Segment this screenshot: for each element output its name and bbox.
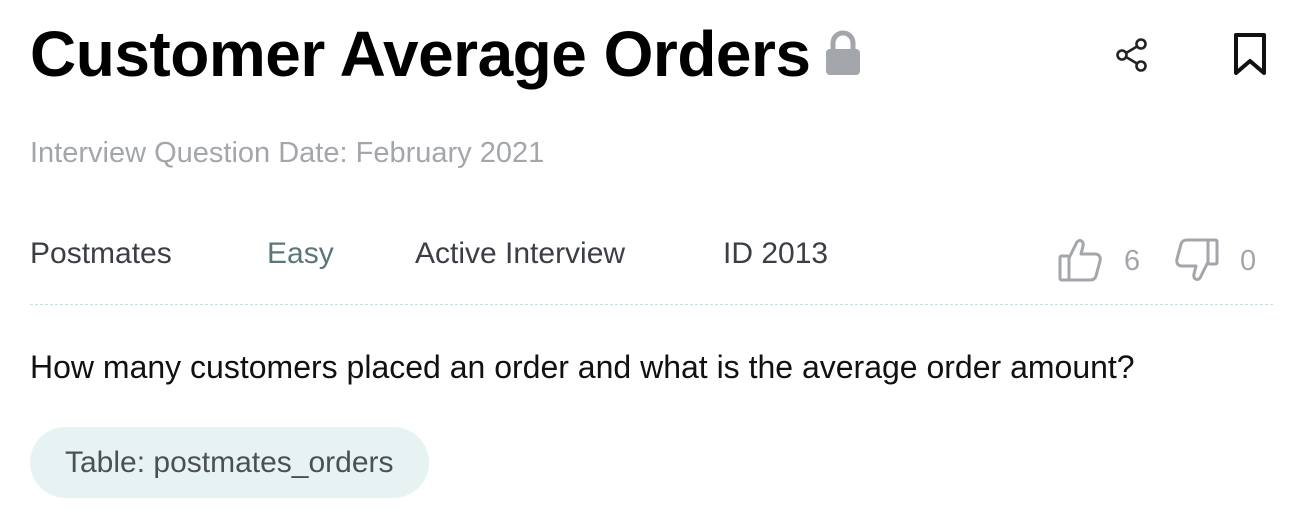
company-name[interactable]: Postmates bbox=[30, 236, 172, 272]
share-icon[interactable] bbox=[1113, 36, 1151, 74]
divider bbox=[30, 304, 1273, 305]
lock-icon bbox=[826, 30, 860, 75]
question-text: How many customers placed an order and w… bbox=[30, 349, 1135, 385]
thumbs-up-icon[interactable] bbox=[1057, 236, 1103, 284]
difficulty-label: Easy bbox=[267, 237, 334, 270]
question-date: Interview Question Date: February 2021 bbox=[30, 137, 545, 169]
question-id: ID 2013 bbox=[723, 237, 829, 270]
bookmark-icon[interactable] bbox=[1231, 31, 1269, 77]
table-badge-label: Table: postmates_orders bbox=[65, 445, 394, 479]
page-title: Customer Average Orders bbox=[30, 18, 811, 90]
downvote-count: 0 bbox=[1240, 245, 1257, 277]
status-label: Active Interview bbox=[415, 237, 626, 270]
upvote-count: 6 bbox=[1124, 245, 1141, 277]
table-badge[interactable]: Table: postmates_orders bbox=[30, 427, 429, 498]
thumbs-down-icon[interactable] bbox=[1174, 236, 1220, 284]
